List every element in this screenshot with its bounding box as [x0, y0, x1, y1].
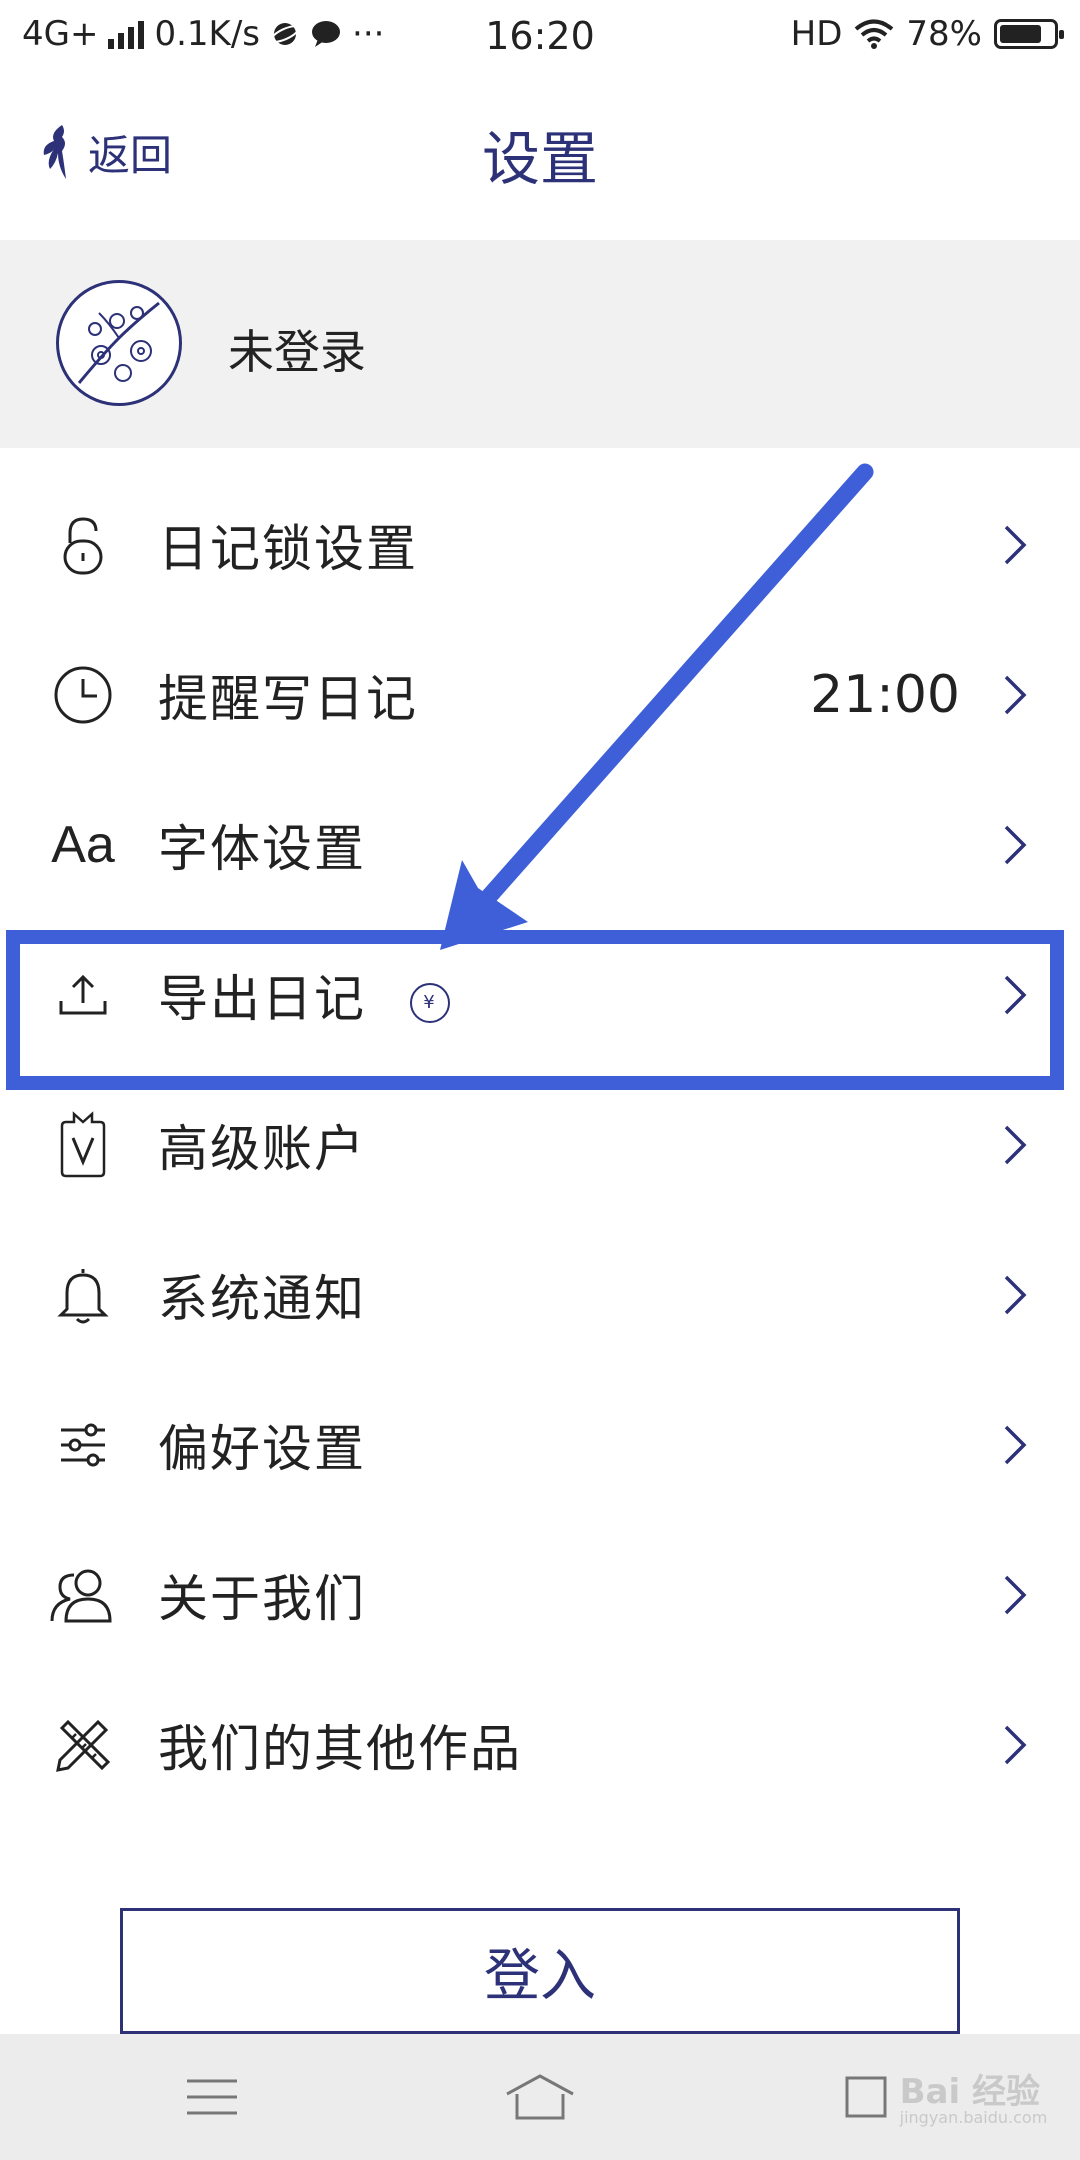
baidu-jingyan-watermark: Bai 经验 jingyan.baidu.com [899, 2064, 1048, 2127]
home-icon [506, 2074, 574, 2120]
menu-label: 字体设置 [158, 820, 366, 878]
menu-label: 偏好设置 [158, 1420, 366, 1478]
menu-item-diary-lock[interactable]: 日记锁设置 [0, 470, 1080, 620]
login-button[interactable]: 登入 [120, 1908, 960, 2034]
font-icon-text: Aa [51, 816, 115, 874]
menu-nav-button[interactable] [172, 2062, 252, 2132]
menu-item-font-settings[interactable]: Aa 字体设置 [0, 770, 1080, 920]
menu-item-other-works[interactable]: 我们的其他作品 [0, 1670, 1080, 1820]
page-title: 设置 [481, 125, 598, 193]
header: 返回 设置 [0, 72, 1080, 240]
menu-item-about-us[interactable]: 关于我们 [0, 1520, 1080, 1670]
back-nav-button[interactable] [826, 2062, 906, 2132]
bell-icon [48, 1260, 118, 1330]
menu-label: 高级账户 [158, 1120, 366, 1178]
chevron-right-icon [1004, 675, 1027, 715]
chevron-right-icon [1004, 1125, 1027, 1165]
watermark-url: jingyan.baidu.com [899, 2108, 1048, 2127]
status-right: HD 78% [790, 14, 1064, 54]
battery-fill [1000, 25, 1041, 43]
settings-menu: 日记锁设置 提醒写日记 21:00 Aa 字体设置 导出日记 ¥ 高级账户 系统… [0, 470, 1080, 1820]
wifi-icon [855, 19, 894, 49]
chevron-right-icon [1004, 525, 1027, 565]
system-nav-bar: Bai 经验 jingyan.baidu.com [0, 2034, 1080, 2160]
clock-icon [48, 660, 118, 730]
menu-item-preferences[interactable]: 偏好设置 [0, 1370, 1080, 1520]
status-bar: 4G+ 0.1K/s ··· 16:20 HD 78% [0, 0, 1080, 72]
chevron-right-icon [1004, 1275, 1027, 1315]
menu-label: 提醒写日记 [158, 670, 418, 728]
menu-label: 关于我们 [158, 1570, 366, 1628]
hamburger-icon [187, 2079, 237, 2115]
sliders-icon [48, 1410, 118, 1480]
battery-percent: 78% [906, 14, 982, 54]
menu-item-premium-account[interactable]: 高级账户 [0, 1070, 1080, 1220]
chevron-right-icon [1004, 1425, 1027, 1465]
plum-blossom-icon [77, 301, 160, 384]
back-nav-icon [845, 2076, 887, 2118]
lock-icon [48, 510, 118, 580]
watermark-text: Bai 经验 [899, 2072, 1040, 2112]
profile-section[interactable]: 未登录 [0, 240, 1080, 448]
avatar[interactable] [56, 280, 182, 406]
pencil-ruler-icon [48, 1710, 118, 1780]
hd-indicator: HD [790, 14, 843, 54]
chevron-right-icon [1004, 825, 1027, 865]
chevron-right-icon [1004, 1575, 1027, 1615]
people-icon [48, 1560, 118, 1630]
font-icon: Aa [48, 810, 118, 880]
menu-label: 日记锁设置 [158, 520, 418, 578]
menu-item-system-notifications[interactable]: 系统通知 [0, 1220, 1080, 1370]
menu-item-diary-reminder[interactable]: 提醒写日记 21:00 [0, 620, 1080, 770]
reminder-time: 21:00 [810, 665, 960, 725]
menu-label: 系统通知 [158, 1270, 366, 1328]
chevron-right-icon [1004, 1725, 1027, 1765]
user-name: 未登录 [228, 325, 366, 379]
highlight-box [6, 930, 1064, 1090]
vip-badge-icon [48, 1110, 118, 1180]
battery-icon [994, 19, 1064, 49]
home-nav-button[interactable] [500, 2062, 580, 2132]
menu-label: 我们的其他作品 [158, 1720, 522, 1778]
